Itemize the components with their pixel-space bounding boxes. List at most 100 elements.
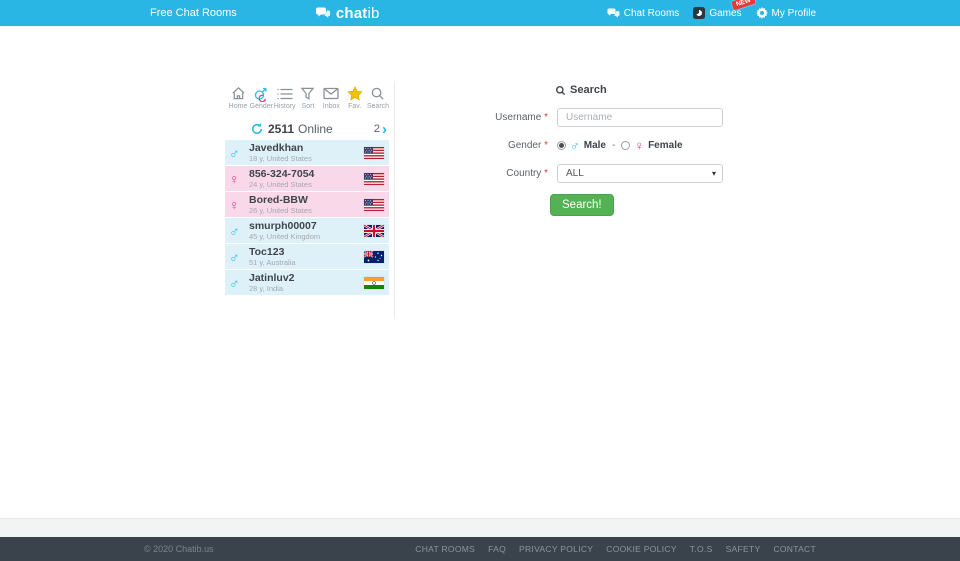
header-container: Free Chat Rooms chatib Chat Rooms [144,0,816,26]
page-number: 2 [374,123,380,135]
flag-au-icon [364,251,384,263]
flag-uk-icon [364,225,384,237]
user-details: 28 y, India [249,284,295,293]
gender-icon [253,85,269,102]
free-chat-rooms-link[interactable]: Free Chat Rooms [150,7,237,19]
male-label: Male [584,140,606,151]
female-icon: ♀ [634,139,644,152]
toolbar-inbox[interactable]: Inbox [320,85,342,110]
footer-link-cookie-policy[interactable]: COOKIE POLICY [606,544,677,554]
online-status-row: 2511 Online 2 › [225,118,389,140]
flag-in-icon [364,277,384,289]
nav-chat-rooms-label: Chat Rooms [624,8,680,19]
main-content: Home Gender History [0,26,960,518]
toolbar-sort[interactable]: Sort [297,85,319,110]
user-list-item[interactable]: ♀ Bored-BBW 26 y, United States [225,192,389,217]
toolbar-fav[interactable]: Fav. [344,85,366,110]
next-page-arrow[interactable]: › [382,122,387,137]
country-label: Country * [490,168,548,179]
male-radio[interactable] [557,141,566,150]
home-icon [231,85,246,102]
male-icon: ♂ [570,139,580,152]
user-details: 18 y, United States [249,154,312,163]
funnel-icon [300,85,315,102]
online-label: Online [298,122,333,136]
footer-link-contact[interactable]: CONTACT [773,544,816,554]
footer-link-chat-rooms[interactable]: CHAT ROOMS [415,544,475,554]
nav-my-profile-label: My Profile [772,8,816,19]
flag-us-icon [364,199,384,211]
game-icon [693,7,705,19]
gender-label: Gender * [490,140,548,151]
country-selected-value: ALL [566,168,584,179]
list-toolbar: Home Gender History [225,81,389,112]
username: Javedkhan [249,143,312,154]
header: Free Chat Rooms chatib Chat Rooms [0,0,960,26]
user-list-item[interactable]: ♂ Javedkhan 18 y, United States [225,140,389,165]
copyright-text: © 2020 Chatib.us [144,544,214,554]
username: Jatinluv2 [249,273,295,284]
user-list-item[interactable]: ♂ smurph00007 45 y, United Kingdom [225,218,389,243]
gender-options: ♂ Male - ♀ Female [557,139,683,152]
envelope-icon [323,85,339,102]
male-icon: ♂ [229,224,249,238]
star-icon [347,85,363,102]
female-icon: ♀ [229,172,249,186]
nav-my-profile[interactable]: My Profile [756,7,816,19]
footer-link-tos[interactable]: T.O.S [690,544,713,554]
search-form-title: Search [555,84,735,96]
user-list-panel: Home Gender History [225,81,395,319]
female-radio[interactable] [621,141,630,150]
user-details: 45 y, United Kingdom [249,232,320,241]
nav-games[interactable]: Games NEW [693,7,741,19]
search-icon [370,85,385,102]
chat-bubble-icon [315,7,331,20]
refresh-icon[interactable] [251,123,263,135]
online-count: 2511 [268,122,294,136]
toolbar-home[interactable]: Home [227,85,249,110]
footer-container: © 2020 Chatib.us CHAT ROOMS FAQ PRIVACY … [144,544,816,554]
history-list-icon [277,85,293,102]
user-list-item[interactable]: ♀ 856-324-7054 24 y, United States [225,166,389,191]
toolbar-search[interactable]: Search [367,85,389,110]
flag-us-icon [364,147,384,159]
user-list: ♂ Javedkhan 18 y, United States ♀ 856-32… [225,140,389,295]
new-badge: NEW [732,0,757,10]
footer-link-privacy-policy[interactable]: PRIVACY POLICY [519,544,593,554]
gender-row: Gender * ♂ Male - ♀ Female [490,139,735,152]
footer-links: CHAT ROOMS FAQ PRIVACY POLICY COOKIE POL… [415,544,816,554]
toolbar-gender[interactable]: Gender [250,85,272,110]
select-caret-icon: ▾ [712,169,716,178]
gender-separator: - [612,140,615,151]
gear-icon [756,7,768,19]
flag-us-icon [364,173,384,185]
footer-strip [0,518,960,537]
footer-link-safety[interactable]: SAFETY [726,544,761,554]
user-details: 24 y, United States [249,180,314,189]
search-form: Search Username * Gender * ♂ Male - ♀ Fe… [490,84,735,216]
chatib-logo[interactable]: chatib [315,5,380,22]
footer-link-faq[interactable]: FAQ [488,544,506,554]
country-select[interactable]: ALL ▾ [557,164,723,183]
male-icon: ♂ [229,146,249,160]
username-input[interactable] [557,108,723,127]
username: Toc123 [249,247,296,258]
country-row: Country * ALL ▾ [490,164,735,183]
user-list-item[interactable]: ♂ Jatinluv2 28 y, India [225,270,389,295]
chat-bubbles-icon [607,8,620,19]
username: 856-324-7054 [249,169,314,180]
toolbar-history[interactable]: History [274,85,296,110]
username-row: Username * [490,108,735,127]
user-list-item[interactable]: ♂ Toc123 51 y, Australia [225,244,389,269]
nav-chat-rooms[interactable]: Chat Rooms [607,8,680,19]
user-details: 26 y, United States [249,206,312,215]
username: Bored-BBW [249,195,312,206]
search-submit-button[interactable]: Search! [550,194,614,216]
header-nav: Chat Rooms Games NEW [607,7,816,19]
logo-text: chatib [336,5,380,22]
female-label: Female [648,140,682,151]
user-details: 51 y, Australia [249,258,296,267]
male-icon: ♂ [229,276,249,290]
pagination: 2 › [374,122,387,137]
username: smurph00007 [249,221,320,232]
